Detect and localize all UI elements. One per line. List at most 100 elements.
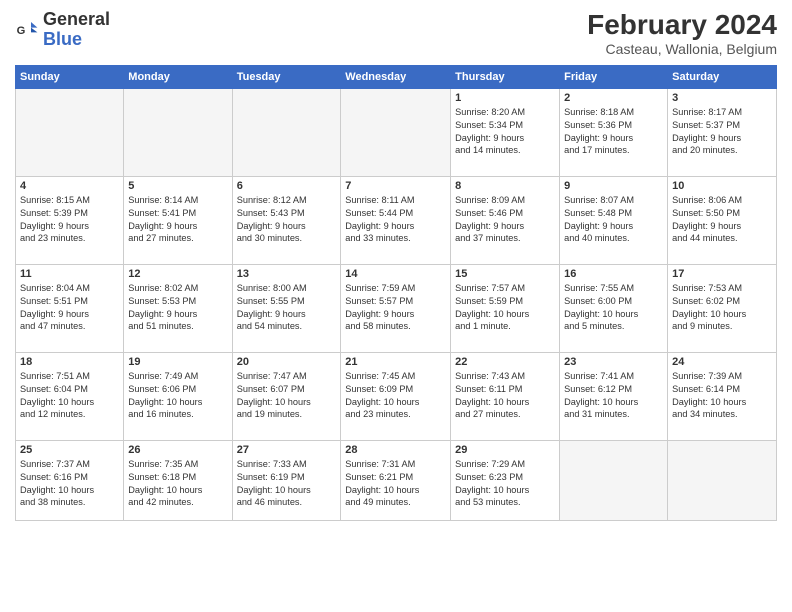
calendar-week-row: 25 Sunrise: 7:37 AM Sunset: 6:16 PM Dayli… (16, 440, 777, 520)
calendar-cell: 11 Sunrise: 8:04 AM Sunset: 5:51 PM Dayli… (16, 264, 124, 352)
day-number: 18 (20, 356, 119, 368)
title-block: February 2024 Casteau, Wallonia, Belgium (587, 10, 777, 57)
day-info: Sunrise: 7:49 AM Sunset: 6:06 PM Dayligh… (128, 370, 227, 422)
logo-line2: Blue (43, 30, 110, 50)
logo-line1: General (43, 10, 110, 30)
day-number: 9 (564, 180, 663, 192)
day-number: 3 (672, 92, 772, 104)
calendar-cell (16, 88, 124, 176)
calendar-cell: 1 Sunrise: 8:20 AM Sunset: 5:34 PM Daylig… (451, 88, 560, 176)
day-info: Sunrise: 7:39 AM Sunset: 6:14 PM Dayligh… (672, 370, 772, 422)
calendar-title: February 2024 (587, 10, 777, 41)
day-header-sunday: Sunday (16, 65, 124, 88)
day-info: Sunrise: 7:29 AM Sunset: 6:23 PM Dayligh… (455, 458, 555, 510)
day-info: Sunrise: 7:43 AM Sunset: 6:11 PM Dayligh… (455, 370, 555, 422)
day-number: 14 (345, 268, 446, 280)
day-info: Sunrise: 8:12 AM Sunset: 5:43 PM Dayligh… (237, 194, 337, 246)
day-number: 23 (564, 356, 663, 368)
day-number: 6 (237, 180, 337, 192)
calendar-cell: 16Sunrise: 7:55 AM Sunset: 6:00 PM Dayli… (560, 264, 668, 352)
day-number: 27 (237, 444, 337, 456)
calendar-cell: 18 Sunrise: 7:51 AM Sunset: 6:04 PM Dayli… (16, 352, 124, 440)
calendar-cell: 29 Sunrise: 7:29 AM Sunset: 6:23 PM Dayli… (451, 440, 560, 520)
day-number: 1 (455, 92, 555, 104)
day-info: Sunrise: 7:41 AM Sunset: 6:12 PM Dayligh… (564, 370, 663, 422)
day-number: 19 (128, 356, 227, 368)
logo-icon: G (15, 18, 39, 42)
day-number: 11 (20, 268, 119, 280)
calendar-cell: 4 Sunrise: 8:15 AM Sunset: 5:39 PM Daylig… (16, 176, 124, 264)
calendar-cell: 8Sunrise: 8:09 AM Sunset: 5:46 PM Daylig… (451, 176, 560, 264)
calendar-week-row: 4 Sunrise: 8:15 AM Sunset: 5:39 PM Daylig… (16, 176, 777, 264)
day-info: Sunrise: 8:17 AM Sunset: 5:37 PM Dayligh… (672, 106, 772, 158)
day-info: Sunrise: 7:37 AM Sunset: 6:16 PM Dayligh… (20, 458, 119, 510)
calendar-page: G General Blue February 2024 Casteau, Wa… (0, 0, 792, 612)
day-info: Sunrise: 8:15 AM Sunset: 5:39 PM Dayligh… (20, 194, 119, 246)
calendar-subtitle: Casteau, Wallonia, Belgium (587, 41, 777, 57)
calendar-cell: 28Sunrise: 7:31 AM Sunset: 6:21 PM Dayli… (341, 440, 451, 520)
day-number: 8 (455, 180, 555, 192)
calendar-table: SundayMondayTuesdayWednesdayThursdayFrid… (15, 65, 777, 521)
day-number: 17 (672, 268, 772, 280)
day-info: Sunrise: 8:00 AM Sunset: 5:55 PM Dayligh… (237, 282, 337, 334)
calendar-cell: 17Sunrise: 7:53 AM Sunset: 6:02 PM Dayli… (668, 264, 777, 352)
day-number: 29 (455, 444, 555, 456)
calendar-cell (124, 88, 232, 176)
calendar-cell: 6 Sunrise: 8:12 AM Sunset: 5:43 PM Daylig… (232, 176, 341, 264)
logo: G General Blue (15, 10, 110, 50)
calendar-cell (341, 88, 451, 176)
calendar-cell: 13 Sunrise: 8:00 AM Sunset: 5:55 PM Dayli… (232, 264, 341, 352)
calendar-cell (560, 440, 668, 520)
day-info: Sunrise: 7:55 AM Sunset: 6:00 PM Dayligh… (564, 282, 663, 334)
day-info: Sunrise: 7:57 AM Sunset: 5:59 PM Dayligh… (455, 282, 555, 334)
day-header-thursday: Thursday (451, 65, 560, 88)
calendar-cell: 15 Sunrise: 7:57 AM Sunset: 5:59 PM Dayli… (451, 264, 560, 352)
day-number: 13 (237, 268, 337, 280)
calendar-cell: 7 Sunrise: 8:11 AM Sunset: 5:44 PM Daylig… (341, 176, 451, 264)
day-number: 20 (237, 356, 337, 368)
calendar-cell: 14 Sunrise: 7:59 AM Sunset: 5:57 PM Dayli… (341, 264, 451, 352)
day-info: Sunrise: 7:47 AM Sunset: 6:07 PM Dayligh… (237, 370, 337, 422)
calendar-header-row: SundayMondayTuesdayWednesdayThursdayFrid… (16, 65, 777, 88)
calendar-week-row: 11 Sunrise: 8:04 AM Sunset: 5:51 PM Dayli… (16, 264, 777, 352)
calendar-cell: 21 Sunrise: 7:45 AM Sunset: 6:09 PM Dayli… (341, 352, 451, 440)
day-info: Sunrise: 8:18 AM Sunset: 5:36 PM Dayligh… (564, 106, 663, 158)
svg-text:G: G (17, 25, 26, 37)
calendar-cell: 10 Sunrise: 8:06 AM Sunset: 5:50 PM Dayli… (668, 176, 777, 264)
calendar-cell: 26Sunrise: 7:35 AM Sunset: 6:18 PM Dayli… (124, 440, 232, 520)
day-info: Sunrise: 8:14 AM Sunset: 5:41 PM Dayligh… (128, 194, 227, 246)
calendar-cell (668, 440, 777, 520)
day-number: 10 (672, 180, 772, 192)
day-number: 21 (345, 356, 446, 368)
day-header-tuesday: Tuesday (232, 65, 341, 88)
calendar-cell: 3 Sunrise: 8:17 AM Sunset: 5:37 PM Daylig… (668, 88, 777, 176)
day-number: 7 (345, 180, 446, 192)
day-number: 26 (128, 444, 227, 456)
calendar-cell: 20 Sunrise: 7:47 AM Sunset: 6:07 PM Dayli… (232, 352, 341, 440)
day-info: Sunrise: 7:59 AM Sunset: 5:57 PM Dayligh… (345, 282, 446, 334)
day-info: Sunrise: 8:04 AM Sunset: 5:51 PM Dayligh… (20, 282, 119, 334)
day-number: 4 (20, 180, 119, 192)
logo-text: General Blue (43, 10, 110, 50)
calendar-cell: 24 Sunrise: 7:39 AM Sunset: 6:14 PM Dayli… (668, 352, 777, 440)
day-number: 24 (672, 356, 772, 368)
day-info: Sunrise: 8:02 AM Sunset: 5:53 PM Dayligh… (128, 282, 227, 334)
day-info: Sunrise: 8:11 AM Sunset: 5:44 PM Dayligh… (345, 194, 446, 246)
calendar-week-row: 18 Sunrise: 7:51 AM Sunset: 6:04 PM Dayli… (16, 352, 777, 440)
day-number: 15 (455, 268, 555, 280)
day-number: 25 (20, 444, 119, 456)
day-info: Sunrise: 8:06 AM Sunset: 5:50 PM Dayligh… (672, 194, 772, 246)
day-info: Sunrise: 7:51 AM Sunset: 6:04 PM Dayligh… (20, 370, 119, 422)
day-info: Sunrise: 7:33 AM Sunset: 6:19 PM Dayligh… (237, 458, 337, 510)
day-number: 5 (128, 180, 227, 192)
day-info: Sunrise: 7:45 AM Sunset: 6:09 PM Dayligh… (345, 370, 446, 422)
calendar-week-row: 1 Sunrise: 8:20 AM Sunset: 5:34 PM Daylig… (16, 88, 777, 176)
calendar-cell: 5 Sunrise: 8:14 AM Sunset: 5:41 PM Daylig… (124, 176, 232, 264)
calendar-cell: 19 Sunrise: 7:49 AM Sunset: 6:06 PM Dayli… (124, 352, 232, 440)
calendar-cell: 25 Sunrise: 7:37 AM Sunset: 6:16 PM Dayli… (16, 440, 124, 520)
day-header-monday: Monday (124, 65, 232, 88)
day-info: Sunrise: 8:07 AM Sunset: 5:48 PM Dayligh… (564, 194, 663, 246)
calendar-cell: 2Sunrise: 8:18 AM Sunset: 5:36 PM Daylig… (560, 88, 668, 176)
day-info: Sunrise: 8:20 AM Sunset: 5:34 PM Dayligh… (455, 106, 555, 158)
day-header-saturday: Saturday (668, 65, 777, 88)
